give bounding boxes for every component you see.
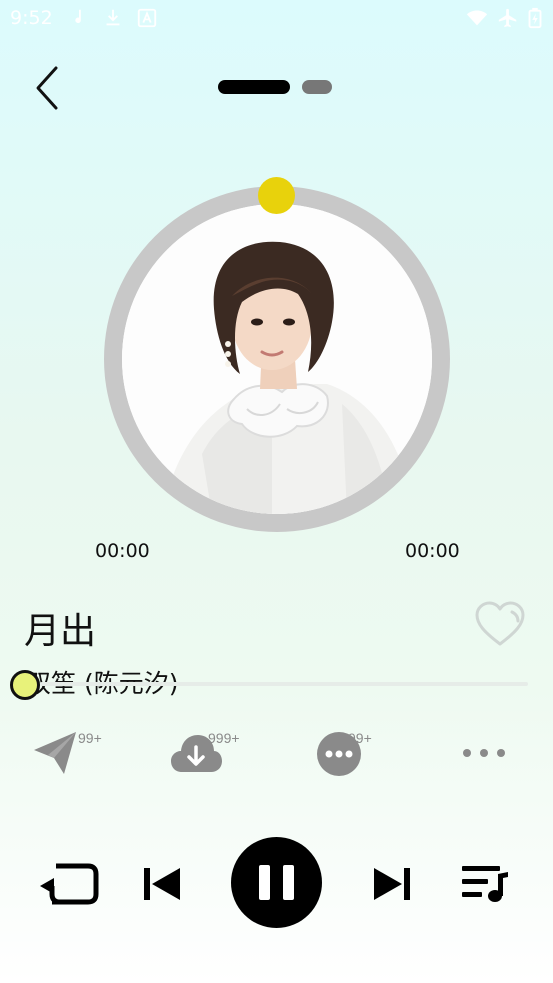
previous-button[interactable] xyxy=(142,866,182,902)
status-time: 9:52 xyxy=(10,7,53,29)
download-icon xyxy=(106,9,120,26)
more-horizontal-icon xyxy=(463,749,505,757)
pause-button[interactable] xyxy=(231,837,322,928)
pause-icon xyxy=(259,865,294,900)
total-time: 00:00 xyxy=(405,540,460,562)
battery-charging-icon xyxy=(528,7,542,29)
font-a-icon xyxy=(137,8,157,28)
repeat-icon xyxy=(40,863,99,905)
page-indicator-inactive[interactable] xyxy=(302,80,332,94)
heart-icon xyxy=(475,601,525,646)
skip-previous-icon xyxy=(144,868,180,900)
repeat-button[interactable] xyxy=(38,858,100,908)
playlist-icon xyxy=(462,866,508,902)
album-art xyxy=(122,204,432,514)
current-time: 00:00 xyxy=(95,540,150,562)
page-indicator-active[interactable] xyxy=(218,80,290,94)
music-note-icon xyxy=(75,9,81,24)
back-button[interactable] xyxy=(28,64,68,112)
status-bar: 9:52 xyxy=(0,0,553,38)
airplane-icon xyxy=(498,8,517,28)
next-button[interactable] xyxy=(372,866,412,902)
download-count-badge: 999+ xyxy=(208,730,240,746)
paper-plane-icon xyxy=(34,732,76,774)
artist-portrait-image xyxy=(122,204,432,514)
seek-knob[interactable] xyxy=(10,670,40,700)
disc-progress-knob[interactable] xyxy=(258,177,295,214)
share-count-badge: 99+ xyxy=(78,730,102,746)
more-button[interactable] xyxy=(458,728,510,780)
seek-bar[interactable] xyxy=(40,682,528,686)
song-title: 月出 xyxy=(24,611,97,652)
wifi-icon xyxy=(466,10,488,26)
share-button[interactable] xyxy=(32,728,84,780)
skip-next-icon xyxy=(374,868,410,900)
playlist-button[interactable] xyxy=(460,862,510,904)
like-button[interactable] xyxy=(474,600,526,650)
comments-count-badge: 99+ xyxy=(348,730,372,746)
